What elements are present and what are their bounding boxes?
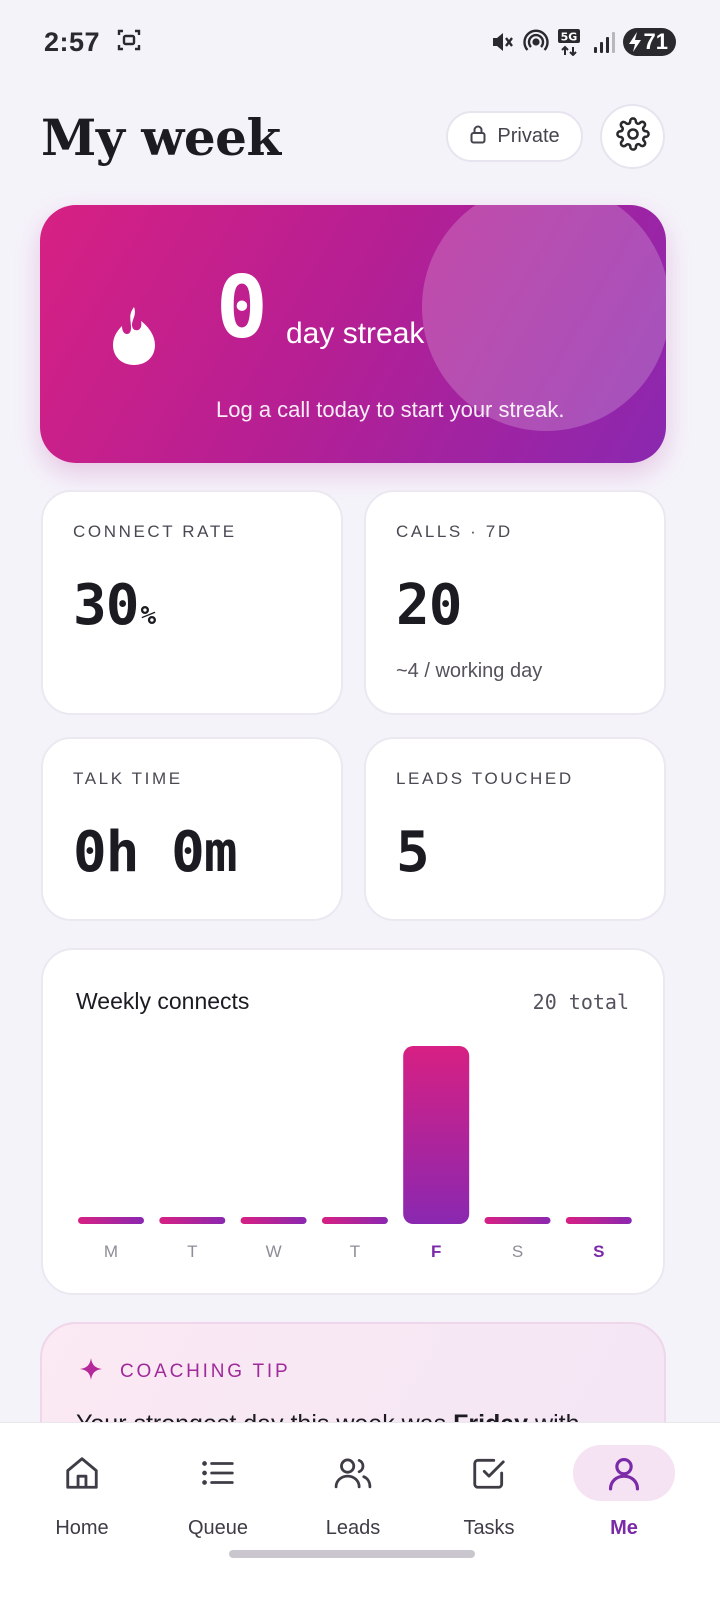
status-left: 2:57	[44, 27, 142, 58]
leads-touched-value: 5	[396, 820, 430, 885]
settings-button[interactable]	[600, 104, 665, 169]
leads-touched-label: LEADS TOUCHED	[396, 769, 574, 788]
connect-rate-label: CONNECT RATE	[73, 522, 237, 541]
page-title: My week	[41, 108, 281, 167]
nav-queue-label: Queue	[187, 1517, 249, 1539]
bar-label-3: T	[350, 1242, 360, 1261]
bar-5	[484, 1217, 551, 1224]
bar-6	[565, 1217, 632, 1224]
bar-4	[403, 1046, 470, 1224]
private-toggle-button[interactable]: Private	[446, 111, 583, 162]
bar-0	[78, 1217, 144, 1224]
lock-icon	[469, 124, 487, 150]
coaching-tip-label: COACHING TIP	[120, 1360, 291, 1382]
flame-icon	[106, 303, 162, 372]
leads-touched-card[interactable]: LEADS TOUCHED 5	[364, 737, 666, 921]
bar-2	[240, 1217, 307, 1224]
streak-subtext: Log a call today to start your streak.	[216, 397, 565, 422]
bar-label-0: M	[104, 1242, 118, 1261]
status-time: 2:57	[44, 26, 101, 57]
svg-text:5G: 5G	[560, 31, 577, 44]
gear-icon	[615, 117, 650, 156]
nav-tasks[interactable]: Tasks	[434, 1423, 544, 1563]
bar-1	[159, 1217, 226, 1224]
nav-leads-label: Leads	[325, 1517, 381, 1539]
home-indicator[interactable]	[229, 1550, 475, 1558]
connect-rate-value: 30%	[73, 578, 156, 634]
list-icon	[199, 1453, 237, 1493]
checkbox-icon	[470, 1453, 508, 1493]
charging-bolt-icon	[628, 32, 641, 52]
signal-icon	[593, 30, 615, 54]
bar-label-1: T	[187, 1242, 197, 1261]
bar-label-6: S	[593, 1242, 604, 1261]
calls-value: 20	[396, 573, 462, 638]
bar-label-4: F	[431, 1242, 441, 1261]
bar-label-5: S	[512, 1242, 523, 1261]
nav-queue[interactable]: Queue	[163, 1423, 273, 1563]
connect-rate-card[interactable]: CONNECT RATE 30%	[41, 490, 343, 715]
talk-time-card[interactable]: TALK TIME 0h 0m	[41, 737, 343, 921]
nav-home-label: Home	[55, 1517, 109, 1539]
streak-card: 0 day streak Log a call today to start y…	[40, 205, 666, 463]
streak-count: 0	[216, 258, 268, 358]
streak-label: day streak	[286, 317, 425, 350]
nav-leads[interactable]: Leads	[298, 1423, 408, 1563]
battery-indicator: 71	[622, 28, 676, 56]
person-icon	[605, 1453, 643, 1493]
private-label: Private	[497, 125, 560, 147]
status-right: 5G 71	[489, 28, 676, 56]
mute-icon	[489, 29, 515, 55]
users-icon	[333, 1453, 373, 1493]
calls-label: CALLS · 7D	[396, 522, 513, 541]
bottom-nav: Home Queue Leads Tasks Me	[0, 1422, 720, 1600]
nav-me[interactable]: Me	[569, 1423, 679, 1563]
hotspot-icon	[522, 29, 549, 55]
calls-subtext: ~4 / working day	[396, 660, 543, 682]
screenshot-icon	[116, 27, 142, 58]
nav-home[interactable]: Home	[27, 1423, 137, 1563]
weekly-connects-chart: MTWTFSS	[78, 1046, 632, 1261]
bar-3	[321, 1217, 388, 1224]
coaching-tip-header: COACHING TIP	[80, 1358, 291, 1385]
weekly-connects-card: Weekly connects 20 total MTWTFSS	[41, 948, 665, 1295]
talk-time-value: 0h 0m	[73, 820, 238, 885]
connect-rate-unit: %	[140, 601, 156, 631]
status-bar: 2:57 5G 71	[0, 0, 720, 84]
home-icon	[63, 1453, 101, 1493]
bar-label-2: W	[266, 1242, 282, 1261]
calls-card[interactable]: CALLS · 7D 20 ~4 / working day	[364, 490, 666, 715]
battery-level: 71	[643, 29, 668, 54]
sparkle-icon	[80, 1358, 102, 1385]
nav-tasks-label: Tasks	[463, 1517, 515, 1539]
nav-me-label: Me	[610, 1517, 638, 1539]
talk-time-label: TALK TIME	[73, 769, 183, 788]
network-5g-icon: 5G	[557, 28, 585, 56]
connect-rate-number: 30	[73, 573, 139, 638]
